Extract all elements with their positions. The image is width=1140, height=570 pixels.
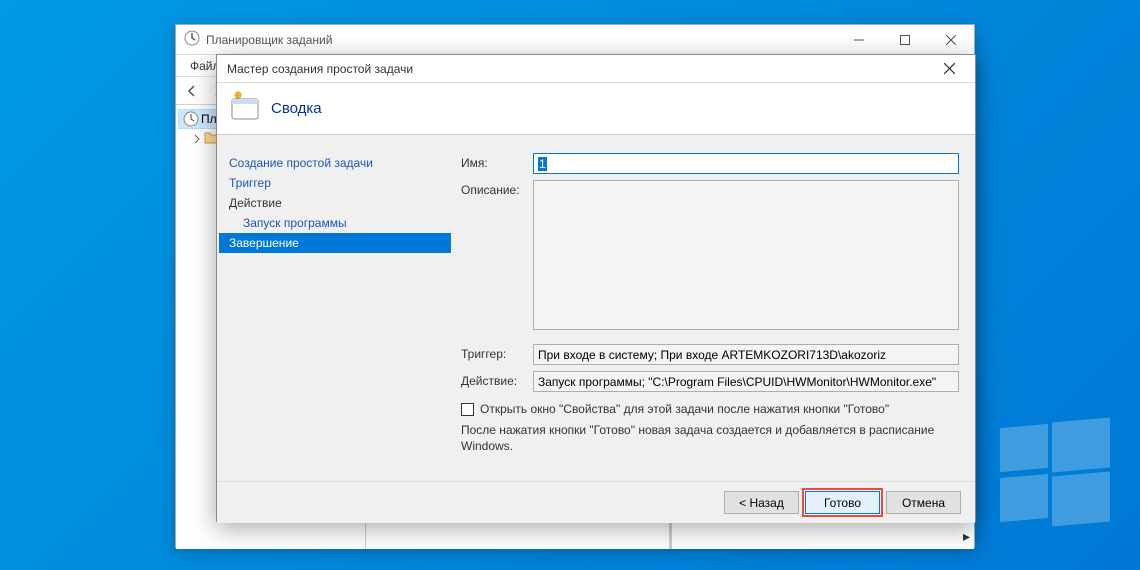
wizard-step-icon — [229, 91, 261, 126]
action-value — [533, 371, 959, 392]
wizard-titlebar[interactable]: Мастер создания простой задачи — [217, 55, 975, 83]
trigger-label: Триггер: — [461, 344, 533, 361]
maximize-button[interactable] — [882, 25, 928, 55]
step-action[interactable]: Действие — [219, 193, 451, 213]
wizard-form: Имя: 1 Описание: Триггер: Действие: Откр… — [453, 135, 975, 481]
description-label: Описание: — [461, 180, 533, 197]
wizard-footer: < Назад Готово Отмена — [217, 481, 975, 523]
description-textarea[interactable] — [533, 180, 959, 330]
wizard-title: Мастер создания простой задачи — [227, 62, 929, 76]
close-button[interactable] — [928, 25, 974, 55]
open-properties-checkbox[interactable] — [461, 403, 474, 416]
open-properties-checkbox-row[interactable]: Открыть окно "Свойства" для этой задачи … — [461, 402, 959, 416]
step-create-task[interactable]: Создание простой задачи — [219, 153, 451, 173]
desktop-windows-logo — [1000, 420, 1110, 530]
minimize-button[interactable] — [836, 25, 882, 55]
create-basic-task-wizard: Мастер создания простой задачи Сводка Со… — [216, 54, 976, 522]
main-titlebar[interactable]: Планировщик заданий — [176, 25, 974, 55]
chevron-right-icon — [192, 133, 202, 143]
step-finish[interactable]: Завершение — [219, 233, 451, 253]
close-button[interactable] — [929, 55, 969, 83]
task-scheduler-icon — [184, 30, 200, 49]
name-label: Имя: — [461, 153, 533, 170]
step-start-program[interactable]: Запуск программы — [219, 213, 451, 233]
back-button[interactable]: < Назад — [724, 491, 799, 514]
wizard-heading: Сводка — [271, 100, 322, 117]
back-button[interactable] — [180, 79, 204, 103]
wizard-step-list: Создание простой задачи Триггер Действие… — [217, 135, 453, 481]
main-window-title: Планировщик заданий — [206, 33, 836, 47]
name-input[interactable]: 1 — [533, 153, 959, 174]
action-label: Действие: — [461, 371, 533, 388]
wizard-header: Сводка — [217, 83, 975, 135]
wizard-info-text: После нажатия кнопки "Готово" новая зада… — [461, 422, 959, 454]
step-trigger[interactable]: Триггер — [219, 173, 451, 193]
task-scheduler-icon — [183, 111, 199, 127]
cancel-button[interactable]: Отмена — [886, 491, 961, 514]
finish-button[interactable]: Готово — [805, 491, 880, 514]
name-input-value: 1 — [538, 157, 547, 171]
trigger-value — [533, 344, 959, 365]
expand-arrow-icon[interactable]: ▸ — [963, 528, 970, 545]
open-properties-label: Открыть окно "Свойства" для этой задачи … — [480, 402, 889, 416]
